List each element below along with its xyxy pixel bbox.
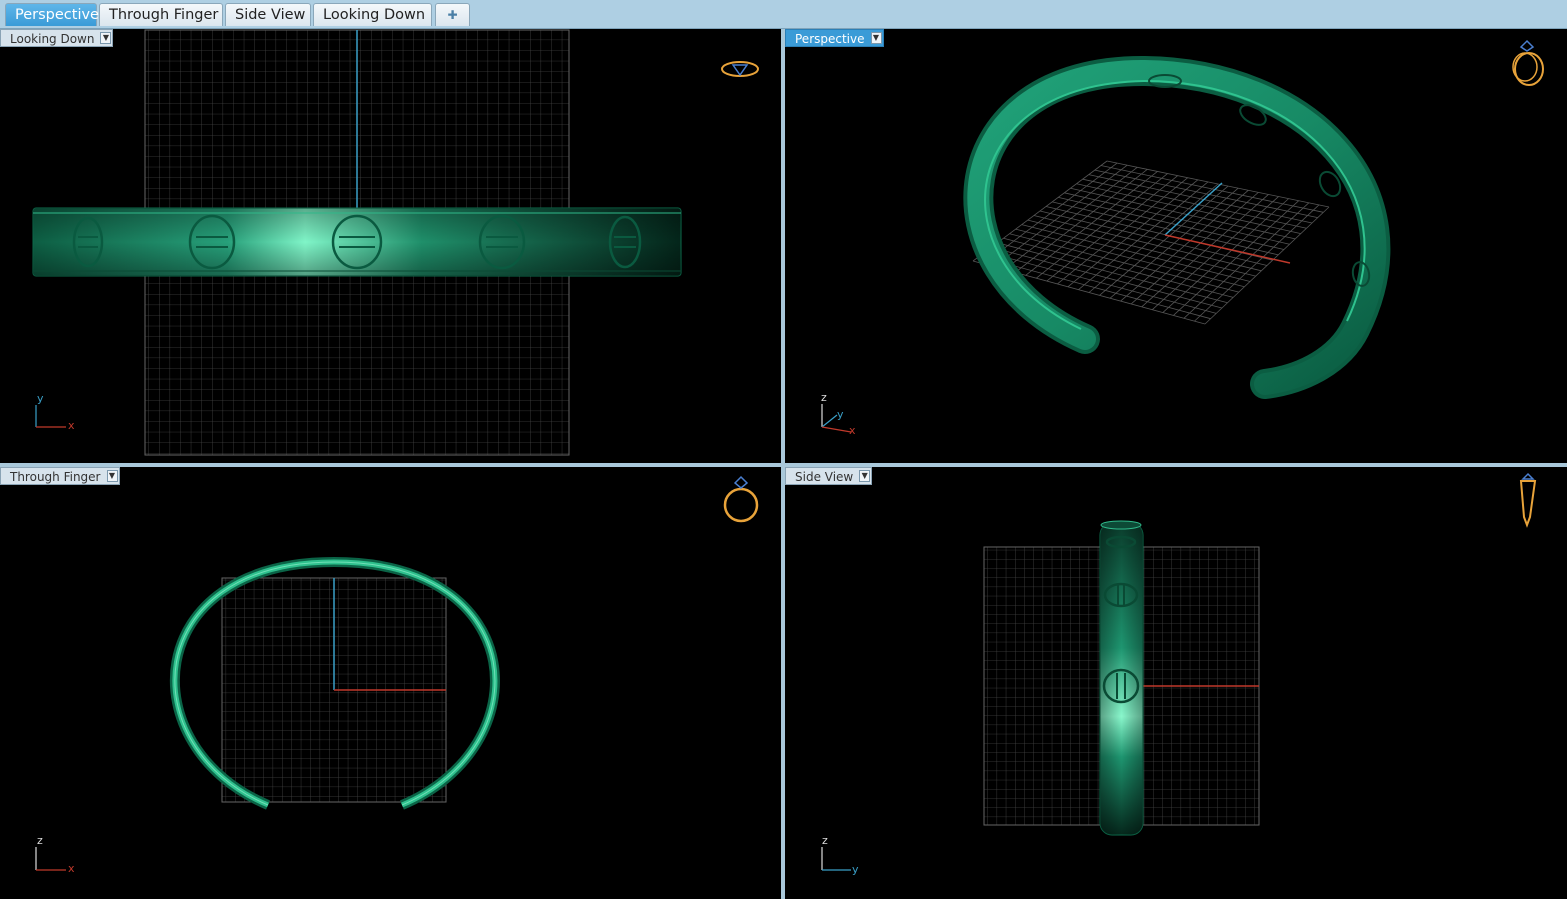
add-tab-button[interactable]: ✚: [435, 3, 470, 26]
chevron-down-icon[interactable]: ▼: [106, 470, 118, 482]
viewport-menu-side-view[interactable]: Side View ▼: [785, 467, 873, 485]
axis-label-y: y: [852, 863, 859, 876]
ring-orientation-icon: [721, 61, 759, 77]
add-tab-icon: ✚: [447, 8, 458, 22]
axis-label-y: y: [837, 408, 844, 421]
chevron-down-icon[interactable]: ▼: [870, 32, 882, 44]
axis-triad: [35, 847, 66, 871]
side-view-canvas: [821, 472, 1537, 871]
axis-label-z: z: [822, 834, 828, 847]
bangle-side-view: [1099, 520, 1144, 836]
viewport-title: Perspective: [795, 32, 865, 46]
grid-line: [1099, 185, 1229, 296]
grid-line: [1100, 165, 1324, 213]
ring-orientation-icon: [1519, 472, 1537, 528]
tab-looking-down[interactable]: Looking Down: [313, 3, 432, 26]
viewport-looking-down[interactable]: Looking Down ▼ y x: [0, 29, 781, 463]
grid-line: [1106, 160, 1330, 208]
view-tab-bar: Perspective Through Finger Side View Loo…: [0, 0, 1567, 29]
bangle-top-view: [32, 207, 682, 277]
viewport-through-finger[interactable]: Through Finger ▼ z x: [0, 467, 781, 899]
ring-orientation-icon: [723, 475, 759, 523]
grid-line: [1204, 206, 1330, 325]
viewport-title: Looking Down: [10, 32, 95, 46]
bangle-perspective: [963, 55, 1391, 399]
chevron-down-icon[interactable]: ▼: [100, 32, 112, 44]
horizontal-splitter[interactable]: [0, 463, 1567, 467]
perspective-canvas: [821, 39, 1544, 433]
tab-perspective[interactable]: Perspective: [5, 3, 99, 26]
grid-line: [1194, 204, 1320, 322]
viewport-menu-perspective[interactable]: Perspective ▼: [785, 29, 884, 47]
axis-label-z: z: [37, 834, 43, 847]
viewport-menu-looking-down[interactable]: Looking Down ▼: [0, 29, 114, 47]
viewport-side-view[interactable]: Side View ▼ z y: [785, 467, 1567, 899]
ring-orientation-icon: [1512, 39, 1544, 86]
through-finger-canvas: [35, 475, 759, 871]
axis-label-y: y: [37, 392, 44, 405]
axis-label-x: x: [68, 419, 75, 432]
grid-line: [1183, 202, 1310, 319]
axis-label-x: x: [849, 424, 856, 437]
chevron-down-icon[interactable]: ▼: [859, 470, 871, 482]
tab-through-finger[interactable]: Through Finger: [99, 3, 223, 26]
axis-triad: [821, 847, 851, 871]
grid-line: [1094, 169, 1318, 219]
axis-label-x: x: [68, 862, 75, 875]
viewport-title: Side View: [795, 470, 854, 484]
axis-label-z: z: [821, 391, 827, 404]
axis-triad: [35, 405, 66, 428]
viewport-perspective[interactable]: Perspective ▼ z y x: [785, 29, 1567, 463]
looking-down-canvas: [32, 29, 759, 456]
grid-line: [1109, 187, 1239, 299]
viewport-menu-through-finger[interactable]: Through Finger ▼: [0, 467, 120, 485]
grid-line: [1173, 200, 1299, 316]
tab-side-view[interactable]: Side View: [225, 3, 311, 26]
viewport-title: Through Finger: [10, 470, 101, 484]
